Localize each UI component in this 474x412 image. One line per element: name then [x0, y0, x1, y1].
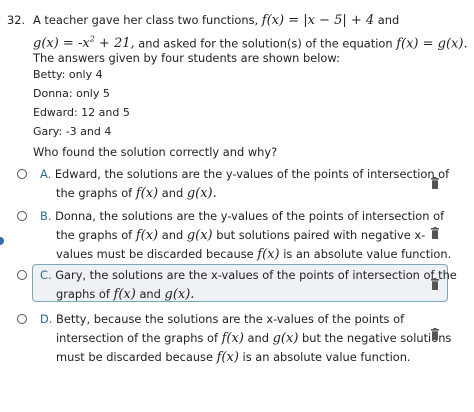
f-definition: f(x) = |x − 5| + 4 [261, 13, 375, 28]
option-d-text[interactable]: D. Betty, because the solutions are the … [40, 310, 451, 367]
option-a-text[interactable]: A. Edward, the solutions are the y-value… [40, 165, 449, 203]
trash-icon[interactable] [431, 328, 439, 340]
radio-button-icon[interactable] [17, 211, 27, 221]
student-gary: Gary: -3 and 4 [33, 125, 112, 138]
student-edward: Edward: 12 and 5 [33, 106, 130, 119]
student-betty: Betty: only 4 [33, 68, 103, 81]
radio-button-icon[interactable] [17, 314, 27, 324]
option-c-text[interactable]: C. Gary, the solutions are the x-values … [40, 266, 457, 304]
question-line-2: g(x) = -x2 + 21, and asked for the solut… [33, 35, 468, 52]
question-line-1: A teacher gave her class two functions, … [33, 13, 400, 28]
student-donna: Donna: only 5 [33, 87, 110, 100]
question-prompt: Who found the solution correctly and why… [33, 145, 278, 159]
side-marker [0, 237, 4, 245]
radio-button-icon[interactable] [17, 169, 27, 179]
trash-icon[interactable] [431, 227, 439, 239]
question-line-3: The answers given by four students are s… [33, 51, 340, 65]
equation: f(x) = g(x). [396, 36, 468, 52]
radio-button-icon[interactable] [17, 270, 27, 280]
trash-icon[interactable] [431, 278, 439, 290]
question-number: 32. [7, 13, 26, 27]
trash-icon[interactable] [431, 177, 439, 189]
option-b-text[interactable]: B. Donna, the solutions are the y-values… [40, 207, 451, 264]
